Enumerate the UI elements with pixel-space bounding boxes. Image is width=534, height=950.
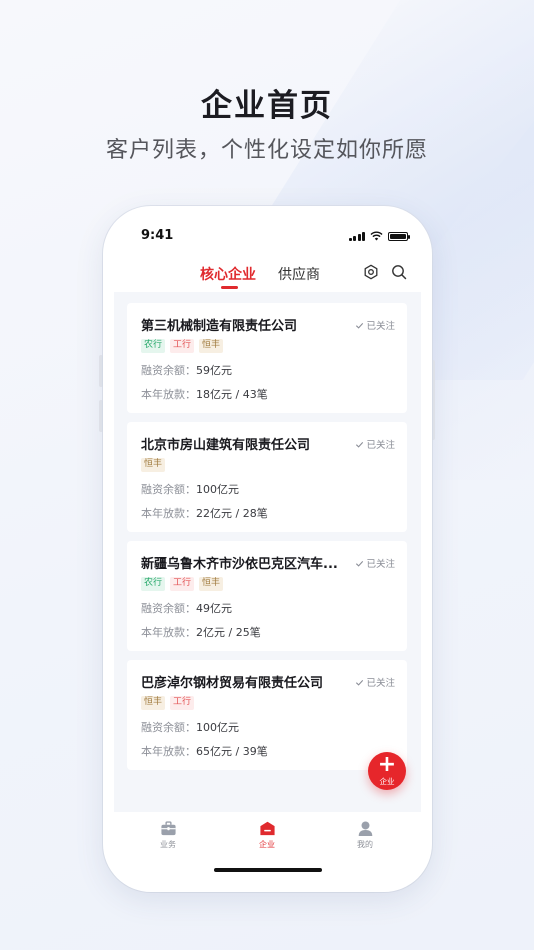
tab-core-enterprise[interactable]: 核心企业 <box>200 264 256 284</box>
add-enterprise-button[interactable]: + 企业 <box>368 752 406 790</box>
tag: 工行 <box>170 577 195 591</box>
loans-row: 本年放款：2亿元 / 25笔 <box>141 626 261 639</box>
status-icons <box>348 231 410 241</box>
balance-value: 100亿元 <box>196 721 239 734</box>
company-name: 新疆乌鲁木齐市沙依巴克区汽车... <box>141 557 338 572</box>
loans-row: 本年放款：18亿元 / 43笔 <box>141 388 268 401</box>
bank-tags: 恒丰 <box>141 458 393 472</box>
plus-icon: + <box>377 752 397 777</box>
tab-supplier[interactable]: 供应商 <box>278 264 320 284</box>
follow-status[interactable]: 已关注 <box>355 437 395 451</box>
loans-row: 本年放款：22亿元 / 28笔 <box>141 507 268 520</box>
balance-row: 融资余额：49亿元 <box>141 602 232 615</box>
balance-row: 融资余额：100亿元 <box>141 483 239 496</box>
wifi-icon <box>370 231 383 241</box>
bank-tags: 农行 工行 恒丰 <box>141 339 393 353</box>
check-icon <box>356 679 364 686</box>
check-icon <box>356 560 364 567</box>
hero-title: 企业首页 <box>201 88 333 124</box>
briefcase-icon <box>160 821 176 836</box>
company-card[interactable]: 新疆乌鲁木齐市沙依巴克区汽车... 已关注 农行 工行 恒丰 融资余额：49亿元… <box>127 541 407 651</box>
balance-row: 融资余额：100亿元 <box>141 721 239 734</box>
fab-label: 企业 <box>379 777 395 786</box>
loans-value: 2亿元 / 25笔 <box>196 626 261 639</box>
tag: 恒丰 <box>199 339 224 353</box>
tag: 农行 <box>141 577 166 591</box>
nav-item-enterprise[interactable]: 企业 <box>247 820 287 850</box>
tag: 工行 <box>170 339 195 353</box>
tab-bar: 核心企业 供应商 <box>103 262 432 292</box>
status-bar: 9:41 <box>103 206 432 262</box>
check-icon <box>356 441 364 448</box>
search-icon[interactable] <box>391 264 407 280</box>
balance-value: 59亿元 <box>196 364 232 377</box>
user-icon <box>358 821 372 837</box>
tag: 工行 <box>170 696 195 710</box>
bank-tags: 恒丰 工行 <box>141 696 393 710</box>
bank-tags: 农行 工行 恒丰 <box>141 577 393 591</box>
company-name: 北京市房山建筑有限责任公司 <box>141 438 311 453</box>
battery-icon <box>388 231 410 241</box>
follow-status[interactable]: 已关注 <box>355 675 395 689</box>
tag: 农行 <box>141 339 166 353</box>
loans-value: 65亿元 / 39笔 <box>196 745 268 758</box>
home-indicator <box>214 868 322 872</box>
loans-value: 18亿元 / 43笔 <box>196 388 268 401</box>
tag: 恒丰 <box>141 696 166 710</box>
balance-row: 融资余额：59亿元 <box>141 364 232 377</box>
balance-value: 100亿元 <box>196 483 239 496</box>
nav-item-business[interactable]: 业务 <box>148 820 188 850</box>
building-icon <box>259 821 275 836</box>
signal-icon <box>348 231 365 241</box>
company-list: 第三机械制造有限责任公司 已关注 农行 工行 恒丰 融资余额：59亿元 本年放款… <box>114 292 421 812</box>
bottom-nav: 业务 企业 我的 <box>114 812 421 852</box>
phone-frame: 9:41 核心企业 供应商 第三机械制造有限责任公司 已关注 农行 工行 恒丰 … <box>103 206 432 892</box>
settings-icon[interactable] <box>363 264 379 280</box>
loans-row: 本年放款：65亿元 / 39笔 <box>141 745 268 758</box>
company-card[interactable]: 巴彦淖尔钢材贸易有限责任公司 已关注 恒丰 工行 融资余额：100亿元 本年放款… <box>127 660 407 770</box>
active-tab-indicator <box>221 286 238 289</box>
follow-status[interactable]: 已关注 <box>355 556 395 570</box>
tag: 恒丰 <box>199 577 224 591</box>
company-name: 巴彦淖尔钢材贸易有限责任公司 <box>141 676 324 691</box>
follow-status[interactable]: 已关注 <box>355 318 395 332</box>
company-card[interactable]: 第三机械制造有限责任公司 已关注 农行 工行 恒丰 融资余额：59亿元 本年放款… <box>127 303 407 413</box>
tag: 恒丰 <box>141 458 166 472</box>
company-card[interactable]: 北京市房山建筑有限责任公司 已关注 恒丰 融资余额：100亿元 本年放款：22亿… <box>127 422 407 532</box>
loans-value: 22亿元 / 28笔 <box>196 507 268 520</box>
hero-subtitle: 客户列表，个性化设定如你所愿 <box>105 138 428 163</box>
status-time: 9:41 <box>141 228 174 243</box>
nav-item-mine[interactable]: 我的 <box>345 820 385 850</box>
balance-value: 49亿元 <box>196 602 232 615</box>
check-icon <box>356 322 364 329</box>
company-name: 第三机械制造有限责任公司 <box>141 319 298 334</box>
